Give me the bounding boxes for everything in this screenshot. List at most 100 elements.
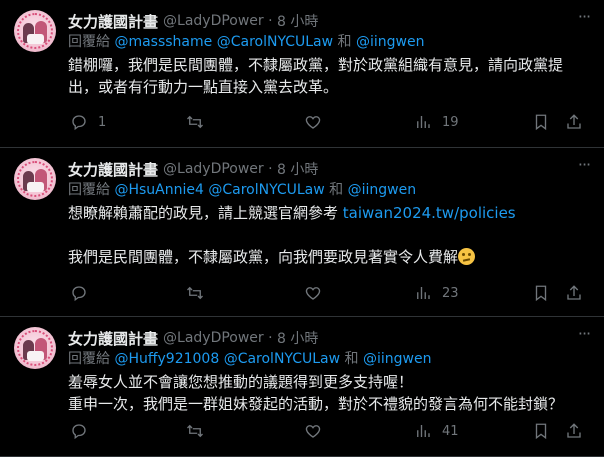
retweet-icon	[187, 286, 203, 300]
reply-and: 和	[337, 34, 352, 50]
tweet-3[interactable]: ··· 女力護國計畫 @LadyDPower · 8 小時 回覆給 @Huffy…	[0, 317, 604, 457]
tweet-text-line: 錯棚囉，我們是民間團體，不隸屬政黨，對於政黨組織有意見，請向政黨提	[68, 56, 564, 74]
bookmark-icon	[535, 114, 547, 131]
views-button[interactable]: 41	[414, 422, 459, 440]
separator-dot: ·	[268, 13, 273, 29]
reply-context: 回覆給 @HsuAnnie4 @CarolNYCULaw 和 @iingwen	[68, 180, 594, 200]
reply-context: 回覆給 @massshame @CarolNYCULaw 和 @iingwen	[68, 32, 594, 52]
reply-prefix: 回覆給	[68, 34, 110, 50]
avatar-figure	[27, 34, 44, 44]
share-icon	[567, 423, 581, 438]
views-chart-icon	[417, 425, 430, 437]
heart-icon	[305, 287, 321, 300]
retweet-button[interactable]	[186, 422, 214, 440]
avatar-figure	[27, 182, 44, 192]
tweet-text-line: 想瞭解賴蕭配的政見，請上競選官網參考 taiwan2024.tw/policie…	[68, 202, 594, 224]
mention-link[interactable]: @CarolNYCULaw	[208, 182, 324, 198]
like-button[interactable]	[304, 422, 332, 440]
tweet-header: 女力護國計畫 @LadyDPower · 8 小時	[68, 158, 594, 180]
reply-icon	[72, 115, 86, 131]
tweet-text-segment: 我們是民間團體，不隸屬政黨，向我們要政見著實令人費解	[68, 248, 459, 266]
tweet-1[interactable]: ··· 女力護國計畫 @LadyDPower · 8 小時 回覆給 @masss…	[0, 0, 604, 148]
user-handle[interactable]: @LadyDPower	[163, 13, 264, 29]
bookmark-button[interactable]	[532, 284, 550, 302]
mention-link[interactable]: @Huffy921008	[114, 351, 219, 367]
tweet-text: 錯棚囉，我們是民間團體，不隸屬政黨，對於政黨組織有意見，請向政黨提 出，或者有行…	[68, 54, 594, 98]
tweet-body: 女力護國計畫 @LadyDPower · 8 小時 回覆給 @massshame…	[68, 10, 594, 98]
tweet-header: 女力護國計畫 @LadyDPower · 8 小時	[68, 327, 594, 349]
thinking-face-icon	[458, 248, 476, 265]
tweet-text-line: 重申一次，我們是一群姐妹發起的活動，對於不禮貌的發言為何不能封鎖？	[68, 395, 564, 413]
like-button[interactable]	[304, 113, 332, 131]
views-count: 19	[442, 114, 459, 130]
mention-link[interactable]: @iingwen	[363, 351, 431, 367]
action-bar: 41	[68, 421, 594, 441]
heart-icon	[305, 425, 321, 438]
reply-and: 和	[344, 351, 359, 367]
timestamp[interactable]: 8 小時	[277, 328, 318, 348]
tweet-text-line: 我們是民間團體，不隸屬政黨，向我們要政見著實令人費解	[68, 246, 594, 268]
heart-icon	[305, 116, 321, 129]
views-chart-icon	[417, 116, 430, 128]
mention-link[interactable]: @iingwen	[356, 34, 424, 50]
reply-icon	[72, 424, 86, 440]
tweet-text: 想瞭解賴蕭配的政見，請上競選官網參考 taiwan2024.tw/policie…	[68, 202, 594, 268]
views-button[interactable]: 23	[414, 284, 459, 302]
tweet-text-line: 出，或者有行動力一點直接入黨去改革。	[68, 78, 339, 96]
bookmark-button[interactable]	[532, 422, 550, 440]
separator-dot: ·	[268, 161, 273, 177]
share-button[interactable]	[565, 422, 583, 440]
separator-dot: ·	[268, 330, 273, 346]
reply-button[interactable]: 1	[70, 113, 106, 131]
tweet-text-segment: 想瞭解賴蕭配的政見，請上競選官網參考	[68, 204, 343, 222]
display-name[interactable]: 女力護國計畫	[68, 11, 158, 32]
mention-link[interactable]: @CarolNYCULaw	[224, 351, 340, 367]
timestamp[interactable]: 8 小時	[277, 159, 318, 179]
tweet-header: 女力護國計畫 @LadyDPower · 8 小時	[68, 10, 594, 32]
views-count: 41	[442, 423, 459, 439]
reply-count: 1	[98, 114, 107, 130]
views-button[interactable]: 19	[414, 113, 459, 131]
bookmark-icon	[535, 285, 547, 302]
reply-prefix: 回覆給	[68, 351, 110, 367]
action-bar: 1 19	[68, 112, 594, 132]
display-name[interactable]: 女力護國計畫	[68, 328, 158, 349]
avatar[interactable]	[14, 10, 56, 52]
like-button[interactable]	[304, 284, 332, 302]
share-button[interactable]	[565, 113, 583, 131]
bookmark-button[interactable]	[532, 113, 550, 131]
display-name[interactable]: 女力護國計畫	[68, 159, 158, 180]
avatar[interactable]	[14, 158, 56, 200]
reply-context: 回覆給 @Huffy921008 @CarolNYCULaw 和 @iingwe…	[68, 349, 594, 369]
reply-button[interactable]	[70, 422, 98, 440]
share-icon	[567, 285, 581, 300]
mention-link[interactable]: @massshame	[114, 34, 212, 50]
tweet-text-line: 羞辱女人並不會讓您想推動的議題得到更多支持喔！	[68, 373, 414, 391]
mention-link[interactable]: @CarolNYCULaw	[217, 34, 333, 50]
retweet-button[interactable]	[186, 113, 214, 131]
tweet-text: 羞辱女人並不會讓您想推動的議題得到更多支持喔！ 重申一次，我們是一群姐妹發起的活…	[68, 371, 594, 415]
user-handle[interactable]: @LadyDPower	[163, 330, 264, 346]
reply-button[interactable]	[70, 284, 98, 302]
timestamp[interactable]: 8 小時	[277, 11, 318, 31]
views-chart-icon	[417, 287, 430, 299]
share-button[interactable]	[565, 284, 583, 302]
mention-link[interactable]: @iingwen	[348, 182, 416, 198]
tweet-2[interactable]: ··· 女力護國計畫 @LadyDPower · 8 小時 回覆給 @HsuAn…	[0, 148, 604, 317]
bookmark-icon	[535, 423, 547, 440]
tweet-body: 女力護國計畫 @LadyDPower · 8 小時 回覆給 @HsuAnnie4…	[68, 158, 594, 268]
user-handle[interactable]: @LadyDPower	[163, 161, 264, 177]
retweet-icon	[187, 424, 203, 438]
retweet-button[interactable]	[186, 284, 214, 302]
reply-prefix: 回覆給	[68, 182, 110, 198]
avatar-figure	[27, 351, 44, 361]
views-count: 23	[442, 285, 459, 301]
tweet-body: 女力護國計畫 @LadyDPower · 8 小時 回覆給 @Huffy9210…	[68, 327, 594, 415]
mention-link[interactable]: @HsuAnnie4	[114, 182, 203, 198]
avatar[interactable]	[14, 327, 56, 369]
policy-link[interactable]: taiwan2024.tw/policies	[343, 204, 516, 222]
reply-and: 和	[329, 182, 344, 198]
reply-icon	[72, 286, 86, 302]
action-bar: 23	[68, 283, 594, 303]
